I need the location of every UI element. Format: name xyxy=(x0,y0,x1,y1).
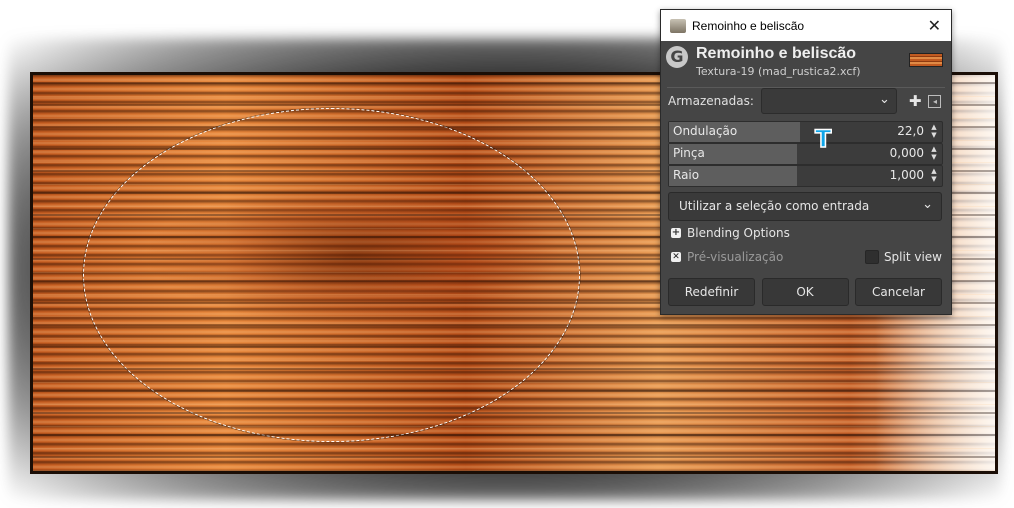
swirl-distortion xyxy=(143,185,563,325)
whirl-pinch-dialog: Remoinho e beliscão ✕ G Remoinho e belis… xyxy=(660,9,952,315)
reset-button[interactable]: Redefinir xyxy=(668,278,755,306)
text-tool-cursor-icon: T xyxy=(814,124,832,154)
window-title: Remoinho e beliscão xyxy=(692,18,805,33)
expand-plus-icon[interactable]: + xyxy=(671,228,681,238)
ellipse-selection[interactable] xyxy=(83,108,580,442)
preset-menu-icon[interactable]: ◂ xyxy=(928,94,942,108)
close-icon[interactable]: ✕ xyxy=(928,16,941,35)
chevron-down-icon: ⌄ xyxy=(878,92,890,107)
radius-value[interactable]: 1,000 xyxy=(890,168,924,182)
blending-options-label: Blending Options xyxy=(687,226,790,240)
input-mode-value: Utilizar a seleção como entrada xyxy=(679,199,870,213)
presets-label: Armazenadas: xyxy=(668,94,754,108)
preview-toggle[interactable]: ✕ Pré-visualização xyxy=(671,250,783,264)
preview-checkbox[interactable]: ✕ xyxy=(671,252,681,262)
split-view-checkbox[interactable] xyxy=(864,250,879,264)
ok-button[interactable]: OK xyxy=(761,278,849,306)
pinch-label: Pinça xyxy=(673,146,705,160)
whirl-spinscale[interactable]: Ondulação 22,0 ▲ ▼ xyxy=(668,121,943,143)
spin-arrows-icon[interactable]: ▲ ▼ xyxy=(929,123,939,139)
whirl-label: Ondulação xyxy=(673,124,738,138)
blending-options-expander[interactable]: + Blending Options xyxy=(671,226,790,240)
presets-dropdown[interactable]: ⌄ xyxy=(760,88,897,114)
split-view-label: Split view xyxy=(883,250,942,264)
whirl-value[interactable]: 22,0 xyxy=(897,124,924,138)
spin-arrows-icon[interactable]: ▲ ▼ xyxy=(929,145,939,161)
radius-spinscale[interactable]: Raio 1,000 ▲ ▼ xyxy=(668,165,943,187)
input-mode-dropdown[interactable]: Utilizar a seleção como entrada ⌄ xyxy=(668,192,942,221)
gimp-logo-icon: G xyxy=(666,46,688,68)
dialog-header: G Remoinho e beliscão Textura-19 (mad_ru… xyxy=(661,41,951,87)
dialog-titlebar[interactable]: Remoinho e beliscão ✕ xyxy=(661,10,951,41)
spin-arrows-icon[interactable]: ▲ ▼ xyxy=(929,167,939,183)
image-thumbnail xyxy=(909,53,943,67)
cancel-button[interactable]: Cancelar xyxy=(855,278,942,306)
split-view-toggle[interactable]: Split view xyxy=(864,250,942,264)
pinch-value[interactable]: 0,000 xyxy=(890,146,924,160)
dialog-buttons: Redefinir OK Cancelar xyxy=(668,278,942,306)
pinch-spinscale[interactable]: Pinça 0,000 ▲ ▼ xyxy=(668,143,943,165)
app-icon xyxy=(670,18,686,33)
presets-row: Armazenadas: ⌄ ✚ ◂ xyxy=(668,88,946,114)
add-preset-icon[interactable]: ✚ xyxy=(909,92,922,110)
image-name: Textura-19 (mad_rustica2.xcf) xyxy=(696,65,861,78)
radius-label: Raio xyxy=(673,168,700,182)
chevron-down-icon: ⌄ xyxy=(922,197,933,212)
preview-label: Pré-visualização xyxy=(687,250,784,264)
dialog-heading: Remoinho e beliscão xyxy=(696,45,857,62)
